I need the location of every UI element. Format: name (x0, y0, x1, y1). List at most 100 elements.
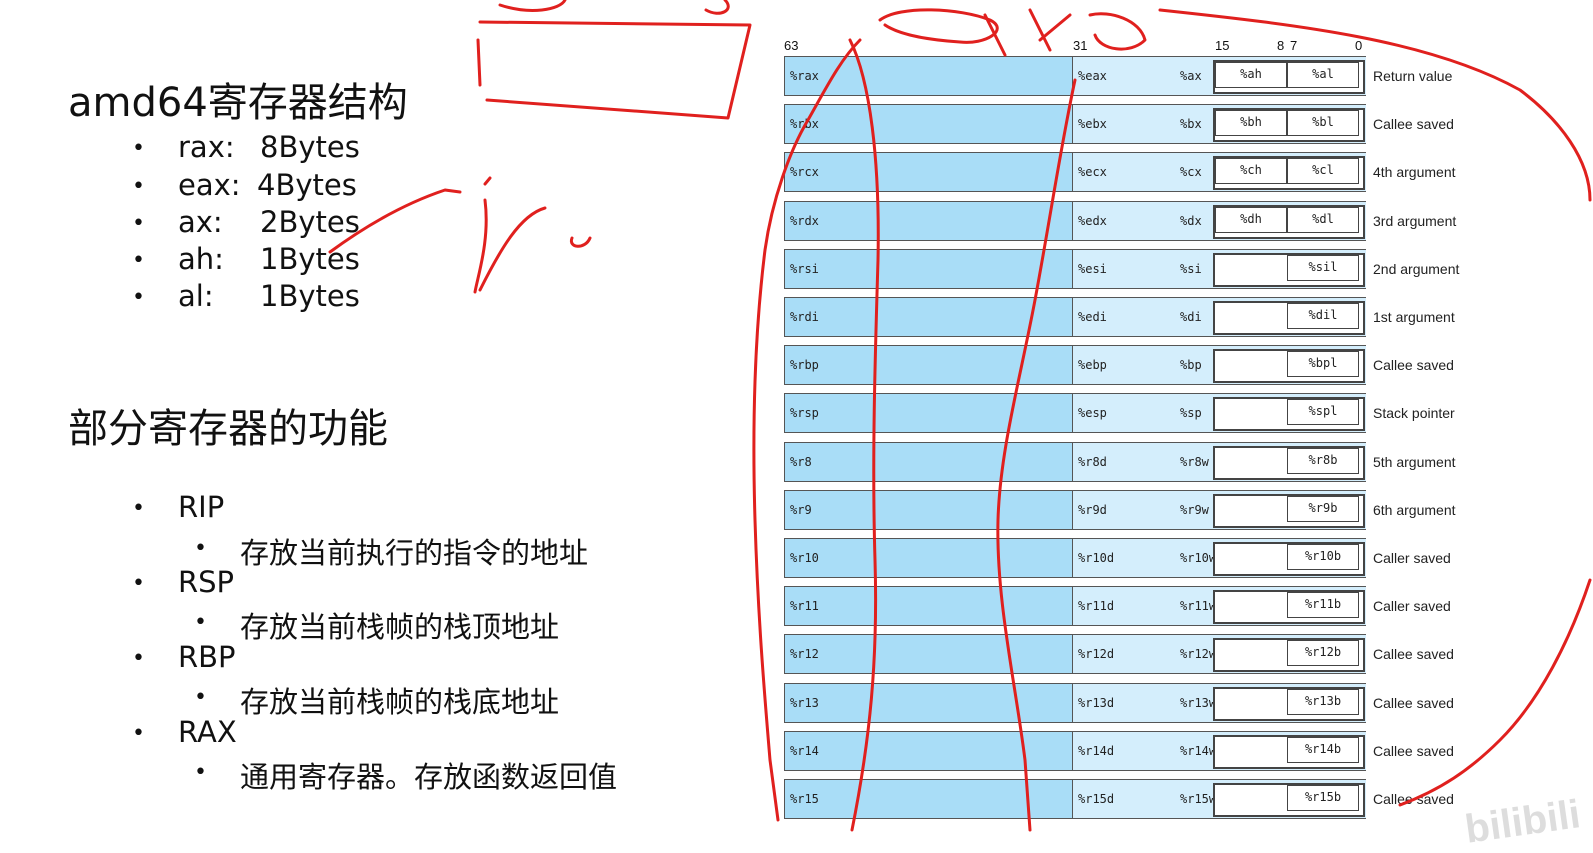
register-32-name: %r14d (1078, 743, 1115, 758)
register-64-name: %rsi (790, 261, 819, 276)
register-16-name: %r8w (1180, 454, 1209, 469)
bit-8-label: 8 (1277, 38, 1285, 53)
register-64bit-field: %rbx %ebx %bx %bh %bl (784, 104, 1366, 145)
register-64bit-field: %rdx %edx %dx %dh %dl (784, 200, 1366, 241)
register-row: %rbx %ebx %bx %bh %bl (784, 104, 1366, 145)
register-64-name: %rcx (790, 165, 819, 180)
register-64-name: %r15 (790, 792, 819, 806)
register-role: Stack pointer (1373, 405, 1455, 422)
register-low-byte: %al (1287, 62, 1359, 88)
register-64bit-field: %rcx %ecx %cx %ch %cl (784, 152, 1366, 193)
register-64bit-field: %r8 %r8d %r8w %r8b (784, 441, 1366, 482)
register-byte-box: %r14b (1213, 734, 1365, 769)
register-64-name: %rbp (790, 358, 819, 373)
register-role: 1st argument (1373, 309, 1455, 325)
register-row: %r12 %r12d %r12w %r12b (784, 634, 1366, 675)
register-role: 3rd argument (1373, 212, 1457, 229)
register-32-name: %esi (1078, 261, 1107, 276)
register-low-byte-name: %dil (1308, 308, 1338, 322)
register-16-name: %r9w (1180, 502, 1209, 517)
register-byte-box: %ch %cl (1213, 156, 1365, 191)
register-64-name: %rdi (790, 310, 819, 324)
register-role: Callee saved (1373, 357, 1454, 374)
register-64bit-field: %rsi %esi %si %sil (784, 248, 1366, 289)
size-val: 1Bytes (260, 242, 360, 276)
register-low-byte: %bpl (1287, 351, 1359, 378)
register-high-byte: %ch (1215, 158, 1287, 185)
register-16-name: %sp (1180, 406, 1202, 421)
register-role: 5th argument (1373, 453, 1456, 470)
register-32-name: %ecx (1078, 165, 1107, 180)
register-role: 6th argument (1373, 501, 1456, 518)
register-row: %rsi %esi %si %sil (784, 248, 1366, 289)
register-16-name: %si (1180, 261, 1202, 276)
register-16-name: %r11w (1180, 599, 1217, 614)
size-val: 4Bytes (257, 168, 357, 202)
register-32-name: %ebp (1078, 358, 1107, 373)
register-64-name: %rdx (790, 213, 819, 228)
register-row: %rsp %esp %sp %spl (784, 393, 1366, 434)
register-role: Callee saved (1373, 646, 1454, 663)
register-32-name: %edi (1078, 310, 1107, 324)
register-row: %rax %eax %ax %ah %al (784, 56, 1366, 96)
register-low-byte: %dil (1287, 303, 1359, 329)
register-low-byte-name: %al (1312, 67, 1334, 81)
register-role: 2nd argument (1373, 260, 1460, 277)
register-16-name: %ax (1180, 69, 1202, 83)
register-low-byte: %bl (1287, 110, 1359, 137)
register-low-byte-name: %spl (1308, 404, 1338, 419)
register-row: %r8 %r8d %r8w %r8b (784, 441, 1366, 482)
register-64bit-field: %r12 %r12d %r12w %r12b (784, 634, 1366, 675)
register-64-name: %r8 (790, 454, 812, 469)
watermark: bilibili (1462, 792, 1584, 852)
register-32-name: %r11d (1078, 599, 1115, 614)
register-low-byte: %spl (1287, 399, 1359, 426)
register-role: Caller saved (1373, 550, 1451, 566)
register-64bit-field: %r9 %r9d %r9w %r9b (784, 489, 1366, 530)
register-role: Caller saved (1373, 598, 1451, 615)
size-reg: eax: (178, 168, 241, 202)
register-byte-box: %r11b (1213, 590, 1365, 625)
heading-structure: amd64寄存器结构 (68, 80, 408, 126)
register-role: Callee saved (1373, 694, 1454, 711)
register-16-name: %bp (1180, 358, 1202, 373)
register-low-byte-name: %r13b (1304, 693, 1342, 708)
size-val: 2Bytes (260, 205, 360, 239)
register-low-byte-name: %dl (1312, 211, 1334, 226)
register-64bit-field: %r13 %r13d %r13w %r13b (784, 682, 1366, 723)
register-low-byte: %sil (1287, 254, 1359, 281)
register-32-name: %r10d (1078, 551, 1115, 565)
register-low-byte-name: %r11b (1304, 597, 1342, 612)
register-byte-box: %r13b (1213, 686, 1365, 721)
register-row: %r9 %r9d %r9w %r9b (784, 489, 1366, 530)
register-high-byte-name: %ch (1240, 163, 1262, 178)
register-role: Callee saved (1373, 742, 1454, 759)
register-64bit-field: %rbp %ebp %bp %bpl (784, 345, 1366, 386)
register-row: %r15 %r15d %r15w %r15b (784, 779, 1366, 819)
size-val: 8Bytes (260, 130, 360, 164)
bit-63-label: 63 (784, 38, 799, 53)
register-role: 4th argument (1373, 164, 1456, 181)
register-low-byte-name: %r9b (1308, 500, 1338, 515)
register-low-byte: %r14b (1287, 736, 1359, 763)
size-reg: al: (178, 279, 214, 313)
size-val: 1Bytes (260, 279, 360, 313)
register-64-name: %rbx (790, 117, 819, 132)
register-16-name: %bx (1180, 117, 1202, 132)
register-64-name: %r13 (790, 695, 819, 710)
register-row: %r11 %r11d %r11w %r11b (784, 586, 1366, 627)
register-32-name: %r13d (1078, 695, 1115, 710)
register-byte-box: %r12b (1213, 638, 1365, 673)
register-low-byte: %r9b (1287, 495, 1359, 522)
register-byte-box: %r8b (1213, 445, 1365, 480)
heading-functions: 部分寄存器的功能 (68, 406, 388, 452)
register-byte-box: %dh %dl (1213, 204, 1365, 239)
register-byte-box: %r15b (1213, 783, 1365, 817)
register-32-name: %eax (1078, 69, 1107, 83)
bit-31-label: 31 (1073, 38, 1088, 53)
register-64-name: %r10 (790, 551, 819, 565)
register-64bit-field: %r10 %r10d %r10w %r10b (784, 538, 1366, 578)
register-32-name: %r15d (1078, 792, 1115, 806)
register-16-name: %r10w (1180, 551, 1217, 565)
register-high-byte: %dh (1215, 206, 1287, 233)
